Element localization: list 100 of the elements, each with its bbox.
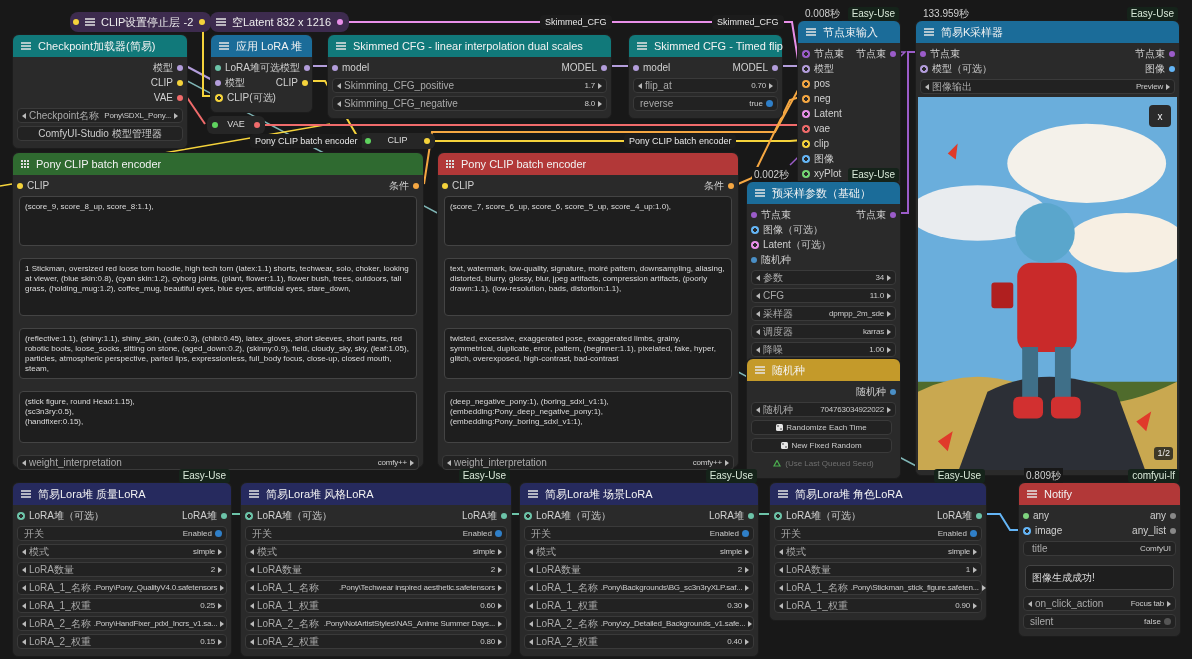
port-icon[interactable] [1023,526,1031,535]
left-arrow-icon[interactable] [779,584,783,591]
left-arrow-icon[interactable] [1028,600,1032,607]
menu-icon[interactable] [21,490,31,498]
close-button[interactable]: x [1149,105,1171,127]
port-icon[interactable] [304,64,310,71]
node-header[interactable]: Skimmed CFG - Timed flip [629,35,782,57]
toggle-widget[interactable]: 开关 Enabled [524,526,754,541]
left-arrow-icon[interactable] [250,620,254,627]
port-icon[interactable] [802,169,810,178]
left-arrow-icon[interactable] [756,406,760,413]
left-arrow-icon[interactable] [22,566,26,573]
menu-icon[interactable] [85,18,95,26]
left-arrow-icon[interactable] [250,602,254,609]
port-icon[interactable] [221,512,227,519]
left-arrow-icon[interactable] [22,459,26,466]
combo-widget[interactable]: 降噪 1.00 [751,342,896,357]
combo-widget[interactable]: 采样器 dpmpp_2m_sde [751,306,896,321]
right-arrow-icon[interactable] [887,406,891,413]
right-arrow-icon[interactable] [218,566,222,573]
toggle-indicator[interactable] [495,530,502,537]
port-icon[interactable] [772,64,778,71]
port-icon[interactable] [920,64,928,73]
combo-widget[interactable]: Checkpoint名称 Pony\SDXL_Pony... [17,108,183,123]
right-arrow-icon[interactable] [973,602,977,609]
node-header[interactable]: Notify [1019,483,1180,505]
left-arrow-icon[interactable] [756,292,760,299]
right-arrow-icon[interactable] [745,548,749,555]
combo-widget[interactable]: LoRA_1_权重 0.90 [774,598,982,613]
menu-icon[interactable] [249,490,259,498]
right-arrow-icon[interactable] [748,620,753,627]
right-arrow-icon[interactable] [887,328,891,335]
port-icon[interactable] [1170,512,1176,519]
menu-icon[interactable] [1027,490,1037,498]
combo-widget[interactable]: LoRA_2_权重 0.80 [245,634,507,649]
right-arrow-icon[interactable] [218,548,222,555]
combo-widget[interactable]: LoRA_1_名称 .Pony\Techwear inspired aesthetic.safetensors [245,580,507,595]
prompt-text-area[interactable]: (score_9, score_8_up, score_8:1.1), [19,196,417,246]
combo-widget[interactable]: flip_at 0.70 [633,78,778,93]
combo-widget[interactable]: LoRA_2_名称 .Pony\HandFixer_pdxl_Incrs_v1.sa... [17,616,227,631]
action-button[interactable]: New Fixed Random [751,438,892,453]
right-arrow-icon[interactable] [598,82,602,89]
port-icon[interactable] [177,79,183,86]
combo-widget[interactable]: 模式 simple [17,544,227,559]
combo-widget[interactable]: CFG 11.0 [751,288,896,303]
toggle-indicator[interactable] [970,530,977,537]
combo-widget[interactable]: LoRA_1_权重 0.30 [524,598,754,613]
combo-widget[interactable]: LoRA_2_名称 .Pony\NotArtistStyles\NAS_Anime Summer Days... [245,616,507,631]
port-icon[interactable] [215,64,221,71]
combo-widget[interactable]: LoRA_1_权重 0.25 [17,598,227,613]
menu-icon[interactable] [778,490,788,498]
left-arrow-icon[interactable] [250,638,254,645]
right-arrow-icon[interactable] [887,292,891,299]
menu-icon[interactable] [528,490,538,498]
right-arrow-icon[interactable] [725,459,729,466]
toggle-indicator[interactable] [215,530,222,537]
port-icon[interactable] [802,94,810,103]
combo-widget[interactable]: LoRA_1_权重 0.60 [245,598,507,613]
left-arrow-icon[interactable] [529,602,533,609]
combo-widget[interactable]: LoRA数量 1 [774,562,982,577]
port-icon[interactable] [254,122,260,128]
node-header[interactable]: 简易Lora堆 风格LoRA [241,483,511,505]
node-header[interactable]: Skimmed CFG - linear interpolation dual scales [328,35,611,57]
left-arrow-icon[interactable] [22,584,26,591]
combo-widget[interactable]: weight_interpretation comfy++ [442,455,734,470]
node-header[interactable]: 应用 LoRA 堆 [211,35,312,57]
port-icon[interactable] [524,511,532,520]
port-icon[interactable] [802,139,810,148]
port-icon[interactable] [1170,527,1176,534]
port-icon[interactable] [748,512,754,519]
port-icon[interactable] [332,64,338,71]
port-icon[interactable] [751,225,759,234]
port-icon[interactable] [215,93,223,102]
left-arrow-icon[interactable] [756,310,760,317]
port-icon[interactable] [601,64,607,71]
right-arrow-icon[interactable] [218,602,222,609]
reroute-node[interactable]: VAE [207,116,265,134]
right-arrow-icon[interactable] [1166,83,1170,90]
combo-widget[interactable]: 模式 simple [774,544,982,559]
port-icon[interactable] [302,79,308,86]
menu-icon[interactable] [21,42,31,50]
node-header[interactable]: Checkpoint加载器(简易) [13,35,187,57]
left-arrow-icon[interactable] [22,548,26,555]
right-arrow-icon[interactable] [745,638,749,645]
node-header[interactable]: 简易Lora堆 场景LoRA [520,483,758,505]
left-arrow-icon[interactable] [529,638,533,645]
left-arrow-icon[interactable] [529,566,533,573]
port-icon[interactable] [976,512,982,519]
right-arrow-icon[interactable] [498,602,502,609]
combo-widget[interactable]: LoRA数量 2 [17,562,227,577]
combo-widget[interactable]: 调度器 karras [751,324,896,339]
combo-widget[interactable]: LoRA_2_名称 .Pony\zy_Detailed_Backgrounds_v1.safe... [524,616,754,631]
toggle-widget[interactable]: 开关 Enabled [17,526,227,541]
right-arrow-icon[interactable] [220,584,225,591]
right-arrow-icon[interactable] [745,584,750,591]
node-header[interactable]: 预采样参数（基础） [747,182,900,204]
port-icon[interactable] [17,511,25,520]
port-icon[interactable] [802,124,810,133]
right-arrow-icon[interactable] [887,346,891,353]
right-arrow-icon[interactable] [498,638,502,645]
